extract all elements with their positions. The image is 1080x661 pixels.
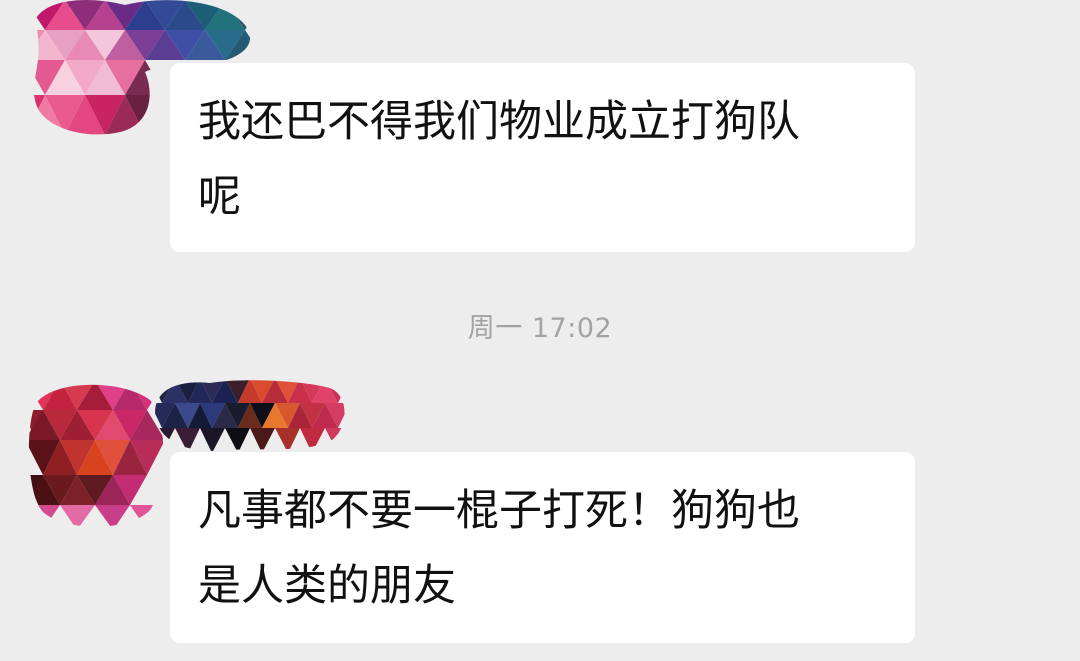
chat-window: 我还巴不得我们物业成立打狗队 呢 周一 17:02 凡事都不要一棍子打死！狗狗也… [0,0,1080,661]
message-text-line: 呢 [198,172,241,222]
pixelated-nickname-mask [155,380,345,451]
message-text-line: 是人类的朋友 [198,561,456,611]
message-timestamp: 周一 17:02 [467,313,613,344]
message-bubble[interactable]: 凡事都不要一棍子打死！狗狗也 是人类的朋友 [170,452,915,643]
message-bubble[interactable]: 我还巴不得我们物业成立打狗队 呢 [170,63,915,252]
message-text-line: 我还巴不得我们物业成立打狗队 [198,97,800,147]
message-text-line: 凡事都不要一棍子打死！狗狗也 [198,486,800,536]
pixelated-avatar-icon [28,384,164,527]
sender-nickname-masked [150,378,350,453]
sender-avatar-2[interactable] [25,380,165,530]
